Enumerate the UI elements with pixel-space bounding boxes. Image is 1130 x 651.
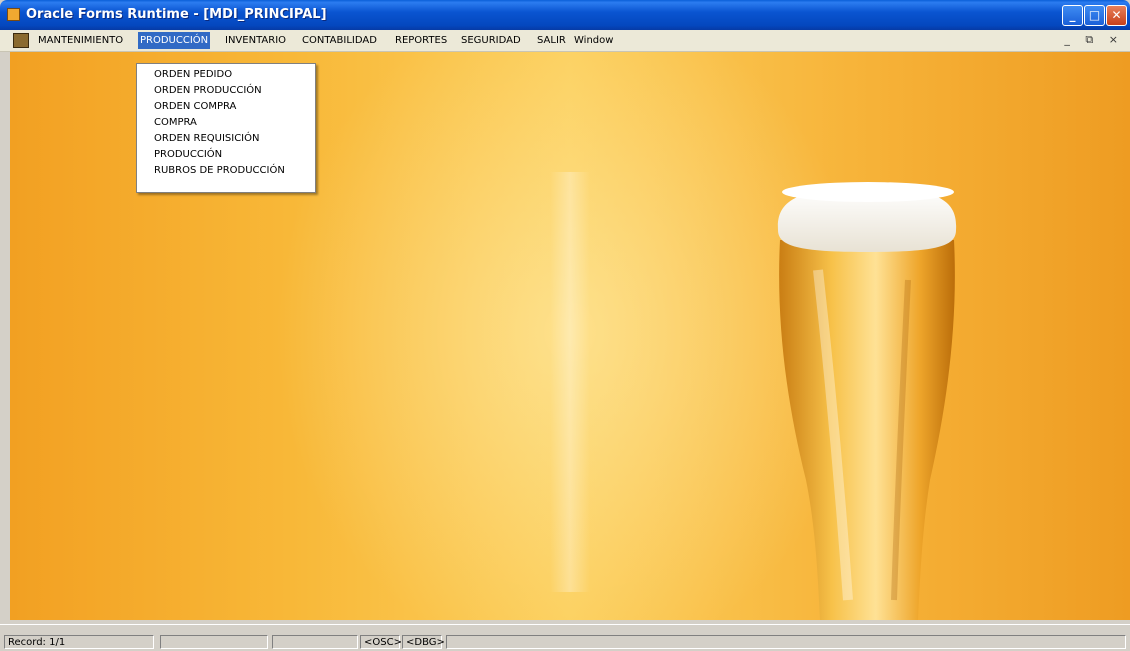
close-button[interactable]: ✕ — [1106, 5, 1127, 26]
window-title: Oracle Forms Runtime - [MDI_PRINCIPAL] — [26, 7, 327, 22]
beer-glass-image — [777, 182, 957, 620]
minimize-button[interactable]: _ — [1062, 5, 1083, 26]
menu-contabilidad[interactable]: CONTABILIDAD — [300, 32, 379, 49]
menu-reportes[interactable]: REPORTES — [393, 32, 449, 49]
menu-salir[interactable]: SALIR — [535, 32, 568, 49]
menu-seguridad[interactable]: SEGURIDAD — [459, 32, 523, 49]
mdi-child-controls[interactable]: _ ⧉ × — [1064, 33, 1124, 47]
status-bar: Record: 1/1 <OSC> <DBG> — [0, 624, 1130, 651]
light-streak — [550, 172, 590, 592]
menu-item-orden-produccion[interactable]: ORDEN PRODUCCIÓN — [137, 83, 315, 99]
menu-inventario[interactable]: INVENTARIO — [223, 32, 288, 49]
status-osc: <OSC> — [360, 635, 402, 649]
mdi-window-icon[interactable] — [13, 33, 29, 48]
maximize-button[interactable]: □ — [1084, 5, 1105, 26]
status-cell-3 — [272, 635, 358, 649]
status-dbg: <DBG> — [402, 635, 445, 649]
produccion-dropdown-menu: ORDEN PEDIDO ORDEN PRODUCCIÓN ORDEN COMP… — [136, 63, 316, 193]
oracle-forms-app-icon[interactable] — [7, 8, 20, 21]
menu-item-orden-compra[interactable]: ORDEN COMPRA — [137, 99, 315, 115]
status-cell-2 — [160, 635, 268, 649]
menu-item-produccion[interactable]: PRODUCCIÓN — [137, 147, 315, 163]
status-record: Record: 1/1 — [4, 635, 154, 649]
menu-bar: MANTENIMIENTO PRODUCCIÓN INVENTARIO CONT… — [0, 30, 1130, 52]
title-bar[interactable]: Oracle Forms Runtime - [MDI_PRINCIPAL] _… — [0, 0, 1130, 30]
canvas-left-border — [0, 52, 10, 620]
menu-item-compra[interactable]: COMPRA — [137, 115, 315, 131]
menu-mantenimiento[interactable]: MANTENIMIENTO — [36, 32, 125, 49]
menu-produccion[interactable]: PRODUCCIÓN — [138, 32, 211, 49]
menu-item-orden-requisicion[interactable]: ORDEN REQUISICIÓN — [137, 131, 315, 147]
menu-item-orden-pedido[interactable]: ORDEN PEDIDO — [137, 67, 315, 83]
menu-window[interactable]: Window — [572, 32, 615, 49]
status-message — [446, 635, 1126, 649]
menu-item-rubros-de-produccion[interactable]: RUBROS DE PRODUCCIÓN — [137, 163, 315, 179]
